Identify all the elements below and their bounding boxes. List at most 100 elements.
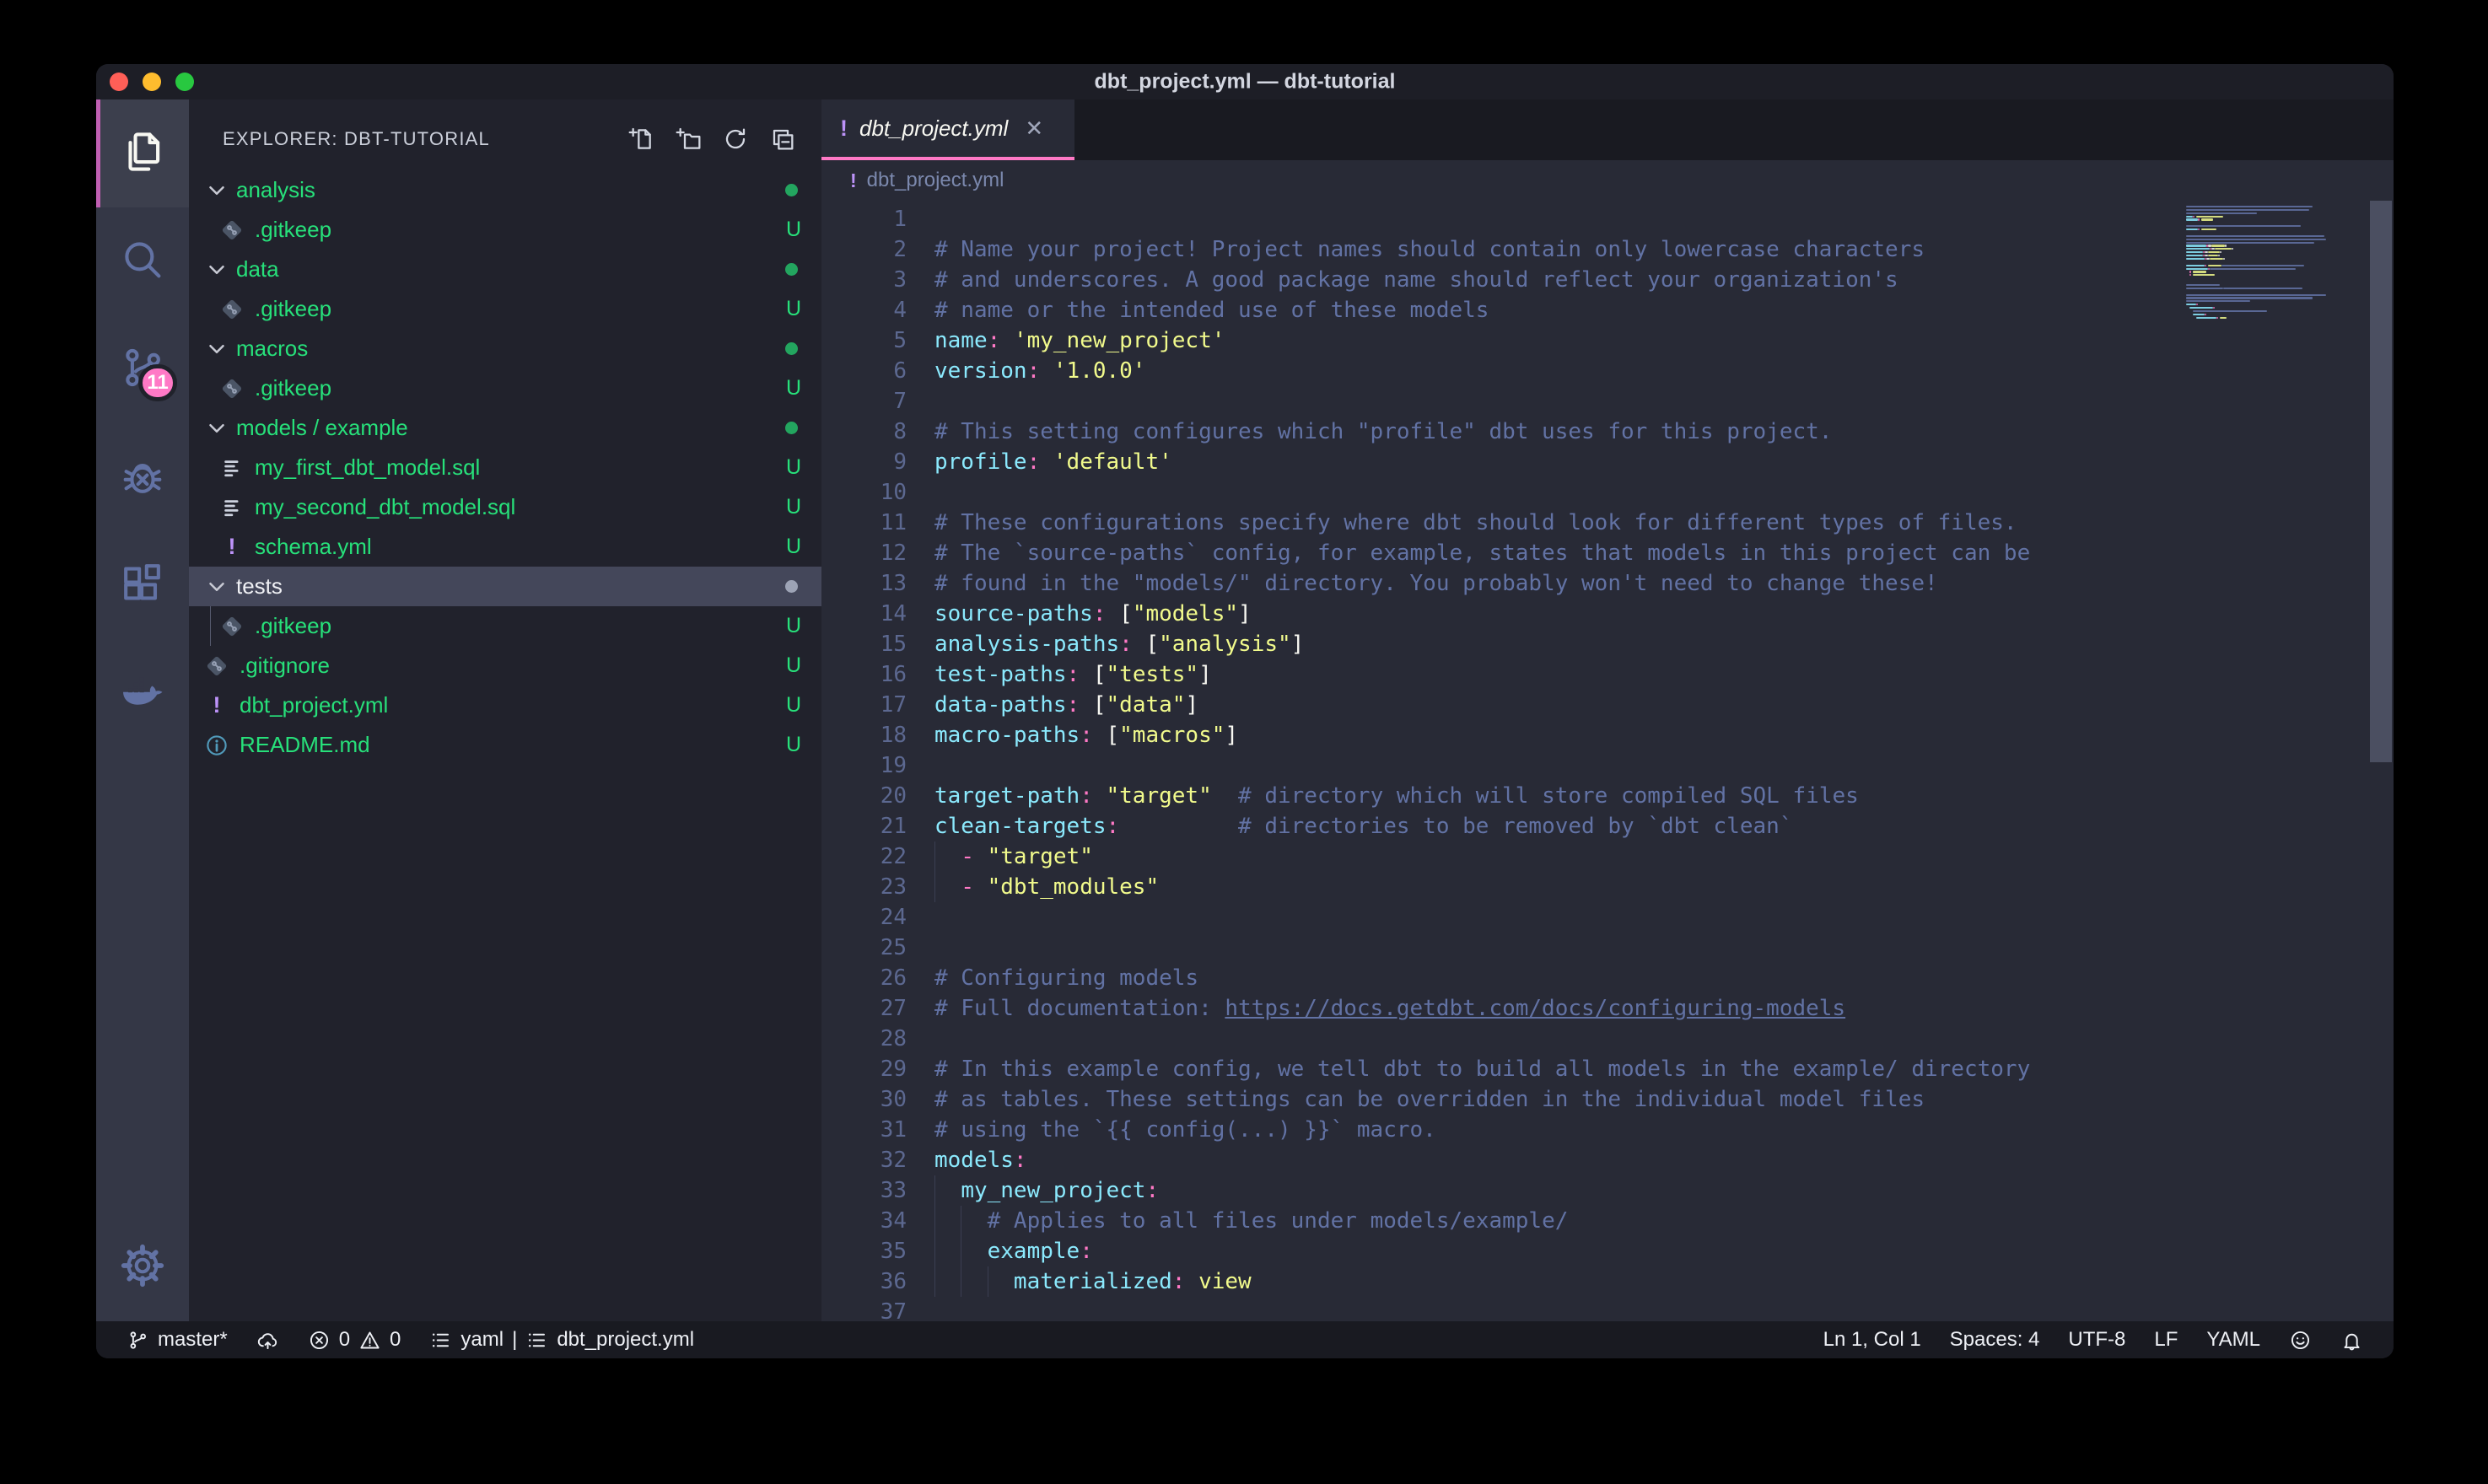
eol-setting[interactable]: LF <box>2154 1328 2178 1352</box>
tree-item-macros[interactable]: macros <box>189 329 821 368</box>
tree-item--gitignore[interactable]: .gitignoreU <box>189 646 821 686</box>
chevron-down-icon <box>204 416 229 441</box>
tree-item--gitkeep[interactable]: .gitkeepU <box>189 289 821 329</box>
code-line-32[interactable]: 32models: <box>821 1145 2394 1175</box>
code-line-10[interactable]: 10 <box>821 477 2394 508</box>
code-text: test-paths: ["tests"] <box>934 659 1212 690</box>
zoom-window-button[interactable] <box>175 73 194 91</box>
activity-bar-item-search[interactable] <box>96 207 189 315</box>
tree-item-dbt-project-yml[interactable]: !dbt_project.ymlU <box>189 686 821 725</box>
code-line-11[interactable]: 11# These configurations specify where d… <box>821 508 2394 538</box>
activity-bar-item-debug[interactable] <box>96 423 189 531</box>
line-number: 30 <box>821 1084 934 1115</box>
cursor-position[interactable]: Ln 1, Col 1 <box>1823 1328 1921 1352</box>
sql-file-icon <box>219 455 245 481</box>
tree-item-schema-yml[interactable]: !schema.ymlU <box>189 527 821 567</box>
tree-item-tests[interactable]: tests <box>189 567 821 606</box>
code-line-8[interactable]: 8# This setting configures which "profil… <box>821 417 2394 447</box>
tree-item-data[interactable]: data <box>189 250 821 289</box>
activity-bar-item-settings[interactable] <box>96 1213 189 1321</box>
line-number: 8 <box>821 417 934 447</box>
tree-item-label: .gitkeep <box>255 217 331 243</box>
code-line-17[interactable]: 17data-paths: ["data"] <box>821 690 2394 720</box>
tree-item--gitkeep[interactable]: .gitkeepU <box>189 368 821 408</box>
code-line-33[interactable]: 33 my_new_project: <box>821 1175 2394 1206</box>
line-number: 11 <box>821 508 934 538</box>
code-line-4[interactable]: 4# name or the intended use of these mod… <box>821 295 2394 325</box>
line-number: 7 <box>821 386 934 417</box>
tree-item-analysis[interactable]: analysis <box>189 170 821 210</box>
code-line-28[interactable]: 28 <box>821 1024 2394 1054</box>
minimize-window-button[interactable] <box>143 73 161 91</box>
code-line-3[interactable]: 3# and underscores. A good package name … <box>821 265 2394 295</box>
code-line-15[interactable]: 15analysis-paths: ["analysis"] <box>821 629 2394 659</box>
code-line-31[interactable]: 31# using the `{{ config(...) }}` macro. <box>821 1115 2394 1145</box>
refresh-button[interactable] <box>722 126 749 153</box>
feedback-button[interactable] <box>2289 1329 2312 1352</box>
new-file-button[interactable] <box>627 126 654 153</box>
minimap[interactable] <box>2186 202 2343 323</box>
code-line-18[interactable]: 18macro-paths: ["macros"] <box>821 720 2394 750</box>
code-line-21[interactable]: 21clean-targets: # directories to be rem… <box>821 811 2394 841</box>
line-number: 18 <box>821 720 934 750</box>
tab-dbt-project-yml[interactable]: ! dbt_project.yml ✕ <box>821 99 1074 160</box>
activity-bar-item-explorer[interactable] <box>96 99 189 207</box>
breadcrumb[interactable]: ! dbt_project.yml <box>821 160 2394 201</box>
code-line-24[interactable]: 24 <box>821 902 2394 933</box>
code-line-34[interactable]: 34 # Applies to all files under models/e… <box>821 1206 2394 1236</box>
code-line-19[interactable]: 19 <box>821 750 2394 781</box>
tree-item-label: models / example <box>236 415 408 441</box>
code-line-5[interactable]: 5name: 'my_new_project' <box>821 325 2394 356</box>
git-untracked-badge: U <box>786 297 821 321</box>
code-line-29[interactable]: 29# In this example config, we tell dbt … <box>821 1054 2394 1084</box>
collapse-all-button[interactable] <box>769 126 796 153</box>
code-line-23[interactable]: 23 - "dbt_modules" <box>821 872 2394 902</box>
code-line-12[interactable]: 12# The `source-paths` config, for examp… <box>821 538 2394 568</box>
code-line-25[interactable]: 25 <box>821 933 2394 963</box>
problems-indicator[interactable]: 0 0 <box>308 1328 401 1352</box>
activity-bar-item-source-control[interactable]: 11 <box>96 315 189 423</box>
code-line-35[interactable]: 35 example: <box>821 1236 2394 1266</box>
editor-scrollbar[interactable] <box>2370 201 2392 762</box>
code-text: # The `source-paths` config, for example… <box>934 538 2030 568</box>
activity-bar-item-docker[interactable] <box>96 639 189 747</box>
code-line-13[interactable]: 13# found in the "models/" directory. Yo… <box>821 568 2394 599</box>
code-line-36[interactable]: 36 materialized: view <box>821 1266 2394 1297</box>
code-line-16[interactable]: 16test-paths: ["tests"] <box>821 659 2394 690</box>
code-line-7[interactable]: 7 <box>821 386 2394 417</box>
code-line-6[interactable]: 6version: '1.0.0' <box>821 356 2394 386</box>
close-window-button[interactable] <box>110 73 128 91</box>
tree-item-models-example[interactable]: models / example <box>189 408 821 448</box>
notifications-button[interactable] <box>2340 1329 2363 1352</box>
code-line-30[interactable]: 30# as tables. These settings can be ove… <box>821 1084 2394 1115</box>
publish-changes-button[interactable] <box>256 1329 279 1352</box>
code-line-26[interactable]: 26# Configuring models <box>821 963 2394 993</box>
code-editor[interactable]: 12# Name your project! Project names sho… <box>821 201 2394 1321</box>
code-line-37[interactable]: 37 <box>821 1297 2394 1321</box>
yaml-tasks-indicator[interactable]: yaml | dbt_project.yml <box>429 1328 694 1352</box>
git-branch-indicator[interactable]: master* <box>127 1328 228 1352</box>
code-line-27[interactable]: 27# Full documentation: https://docs.get… <box>821 993 2394 1024</box>
new-folder-button[interactable] <box>675 126 702 153</box>
code-line-14[interactable]: 14source-paths: ["models"] <box>821 599 2394 629</box>
code-line-1[interactable]: 1 <box>821 204 2394 234</box>
tree-item--gitkeep[interactable]: .gitkeepU <box>189 210 821 250</box>
editor-group: ! dbt_project.yml ✕ ! dbt_project.yml 12… <box>821 99 2394 1321</box>
code-line-22[interactable]: 22 - "target" <box>821 841 2394 872</box>
tree-item-my-first-dbt-model-sql[interactable]: my_first_dbt_model.sqlU <box>189 448 821 487</box>
chevron-down-icon <box>204 336 229 362</box>
breadcrumb-file-label[interactable]: dbt_project.yml <box>867 169 1004 192</box>
encoding-setting[interactable]: UTF-8 <box>2068 1328 2125 1352</box>
tree-item-readme-md[interactable]: README.mdU <box>189 725 821 765</box>
language-mode[interactable]: YAML <box>2206 1328 2260 1352</box>
tab-close-icon[interactable]: ✕ <box>1025 116 1043 142</box>
activity-bar-item-extensions[interactable] <box>96 531 189 639</box>
tree-item--gitkeep[interactable]: .gitkeepU <box>189 606 821 646</box>
indentation-setting[interactable]: Spaces: 4 <box>1950 1328 2040 1352</box>
code-line-20[interactable]: 20target-path: "target" # directory whic… <box>821 781 2394 811</box>
code-line-9[interactable]: 9profile: 'default' <box>821 447 2394 477</box>
code-line-2[interactable]: 2# Name your project! Project names shou… <box>821 234 2394 265</box>
git-changes-dot-badge <box>785 263 798 276</box>
tree-item-my-second-dbt-model-sql[interactable]: my_second_dbt_model.sqlU <box>189 487 821 527</box>
indent-guide <box>934 1175 935 1206</box>
